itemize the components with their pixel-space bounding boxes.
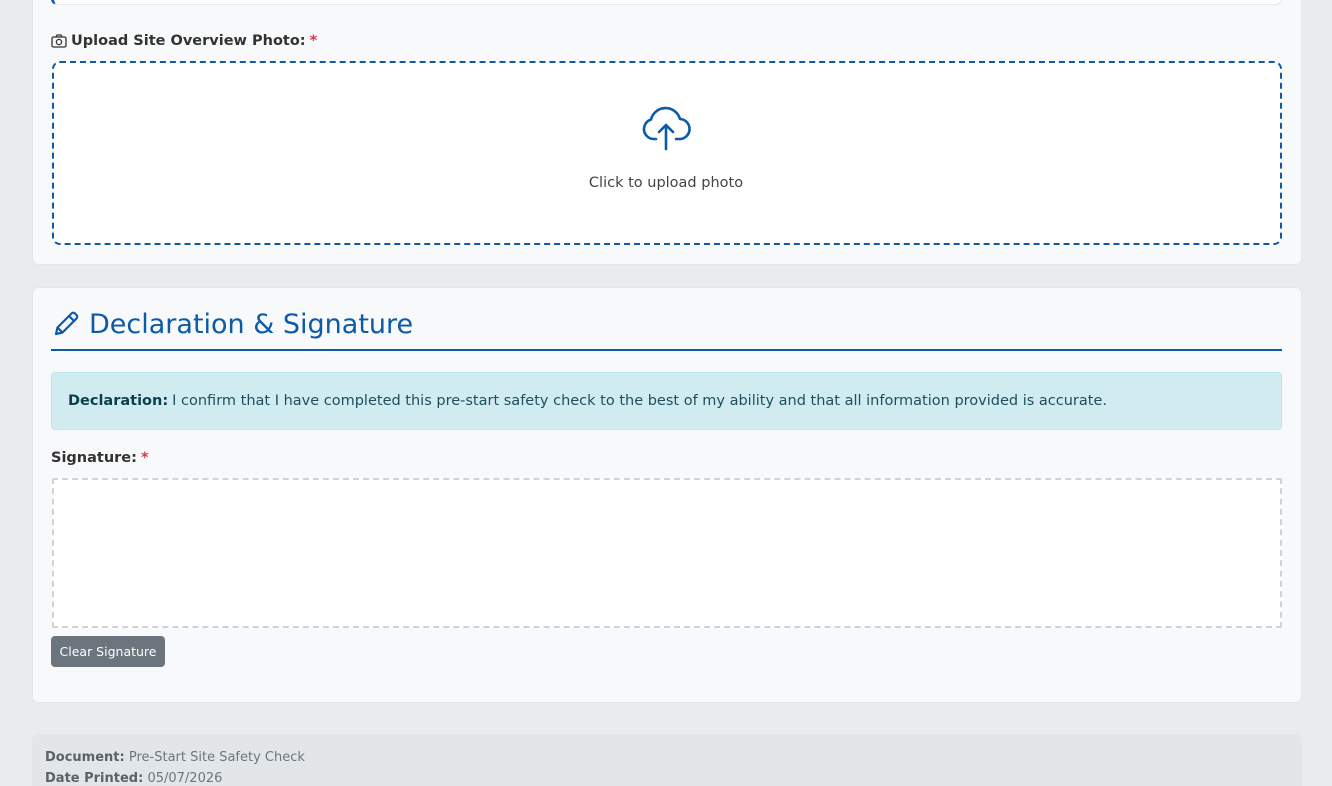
previous-field-strip bbox=[51, 0, 1282, 5]
date-printed-meta: Date Printed: 05/07/2026 bbox=[45, 771, 222, 786]
camera-icon bbox=[51, 34, 67, 48]
document-label: Document: bbox=[45, 750, 125, 765]
declaration-label: Declaration: bbox=[68, 393, 169, 409]
required-marker: * bbox=[140, 450, 149, 466]
signature-pad[interactable] bbox=[52, 478, 1282, 628]
upload-prompt-text: Click to upload photo bbox=[588, 175, 744, 191]
pencil-icon bbox=[54, 311, 79, 336]
upload-photo-label: Upload Site Overview Photo: * bbox=[51, 31, 317, 51]
date-printed-value: 05/07/2026 bbox=[147, 771, 223, 786]
signature-label-text: Signature: bbox=[51, 450, 137, 466]
cloud-upload-icon bbox=[642, 106, 691, 151]
document-value: Pre-Start Site Safety Check bbox=[128, 750, 305, 765]
section-divider bbox=[51, 349, 1282, 351]
signature-label: Signature: * bbox=[51, 448, 149, 468]
required-marker: * bbox=[309, 33, 318, 49]
declaration-text: I confirm that I have completed this pre… bbox=[172, 393, 1107, 409]
page: Upload Site Overview Photo: * Click to u… bbox=[0, 0, 1332, 786]
photo-upload-dropzone[interactable] bbox=[52, 61, 1282, 245]
declaration-alert: Declaration: I confirm that I have compl… bbox=[51, 372, 1282, 430]
section-title: Declaration & Signature bbox=[51, 304, 413, 344]
date-printed-label: Date Printed: bbox=[45, 771, 144, 786]
clear-signature-button[interactable]: Clear Signature bbox=[51, 636, 165, 667]
upload-photo-label-text: Upload Site Overview Photo: bbox=[71, 33, 306, 49]
section-title-text: Declaration & Signature bbox=[89, 308, 414, 340]
document-meta: Document: Pre-Start Site Safety Check bbox=[45, 750, 305, 765]
